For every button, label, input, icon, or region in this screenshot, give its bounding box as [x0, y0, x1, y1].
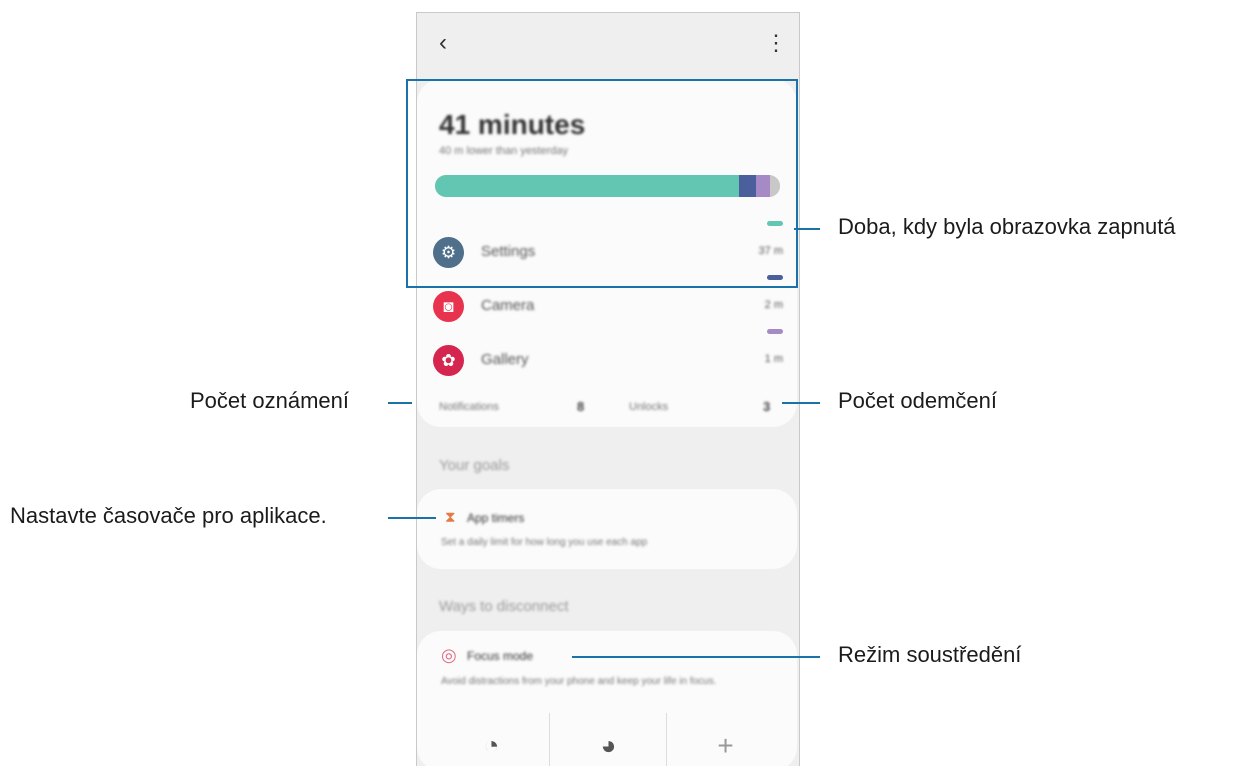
app-time: 2 m: [764, 299, 783, 311]
app-time: 1 m: [764, 353, 783, 365]
unlocks-count: 3: [763, 399, 771, 414]
flower-icon: ✿: [433, 345, 464, 376]
callout-line: [572, 656, 820, 658]
app-color-indicator: [767, 329, 783, 334]
unlocks-annotation: Počet odemčení: [838, 388, 997, 413]
focus-mode-description: Avoid distractions from your phone and k…: [441, 676, 717, 687]
app-timers-label: App timers: [467, 511, 525, 525]
app-timers-annotation: Nastavte časovače pro aplikace.: [10, 503, 327, 528]
notifications-label: Notifications: [439, 401, 499, 413]
add-focus-button[interactable]: +: [667, 725, 784, 766]
relax-focus-button[interactable]: ◕: [550, 725, 667, 766]
work-focus-icon: ◔: [483, 730, 500, 760]
app-name: Camera: [481, 297, 535, 314]
top-bar: ‹ ⋮: [417, 13, 799, 75]
app-row-camera[interactable]: ◙ Camera 2 m: [433, 275, 783, 323]
callout-line: [782, 402, 820, 404]
work-focus-button[interactable]: ◔: [433, 725, 550, 766]
camera-icon: ◙: [433, 291, 464, 322]
callout-line: [794, 228, 820, 230]
back-icon[interactable]: ‹: [439, 29, 463, 57]
screen-time-highlight: [406, 79, 798, 288]
more-options-icon[interactable]: ⋮: [765, 29, 787, 57]
app-row-gallery[interactable]: ✿ Gallery 1 m: [433, 329, 783, 377]
callout-line: [388, 517, 436, 519]
disconnect-section-title: Ways to disconnect: [439, 598, 569, 615]
add-icon: +: [717, 729, 734, 761]
focus-mode-label: Focus mode: [467, 649, 534, 663]
notifications-count: 8: [577, 399, 585, 414]
focus-mode-annotation: Režim soustředění: [838, 642, 1022, 667]
screen-on-annotation: Doba, kdy byla obrazovka zapnutá: [838, 214, 1176, 239]
app-name: Gallery: [481, 351, 529, 368]
app-timers-card[interactable]: ⧗ App timers Set a daily limit for how l…: [417, 489, 797, 569]
hourglass-icon: ⧗: [445, 509, 456, 526]
unlocks-label: Unlocks: [629, 401, 669, 413]
callout-line: [388, 402, 412, 404]
target-icon: ◎: [441, 645, 457, 665]
app-timers-description: Set a daily limit for how long you use e…: [441, 537, 648, 548]
notifications-annotation: Počet oznámení: [190, 388, 349, 413]
relax-focus-icon: ◕: [600, 730, 617, 760]
goals-section-title: Your goals: [439, 457, 510, 474]
